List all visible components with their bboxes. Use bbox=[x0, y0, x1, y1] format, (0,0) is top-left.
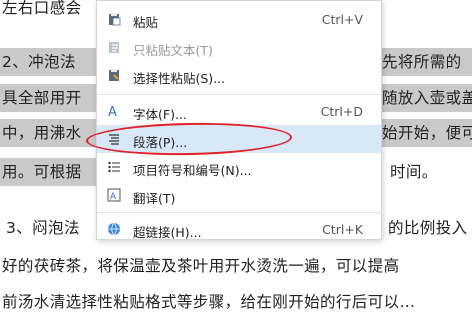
paste-icon bbox=[107, 12, 121, 26]
menu-item-label: 选择性粘贴(S)... bbox=[133, 71, 226, 86]
menu-item-paste[interactable]: 粘贴 Ctrl+V bbox=[97, 5, 381, 33]
font-icon: A bbox=[107, 104, 121, 120]
menu-item-label: 只粘贴文本(T) bbox=[133, 43, 213, 58]
menu-item-label: 翻译(T) bbox=[133, 191, 176, 206]
menu-item-label: 超链接(H)... bbox=[133, 225, 202, 240]
doc-line: 时间。 bbox=[390, 163, 438, 181]
hyperlink-icon bbox=[107, 222, 121, 236]
menu-item-translate[interactable]: A 翻译(T) bbox=[97, 181, 381, 209]
menu-item-label: 字体(F)... bbox=[133, 107, 187, 122]
svg-text:A: A bbox=[110, 192, 117, 202]
menu-item-shortcut: Ctrl+V bbox=[321, 12, 363, 27]
menu-item-label: 粘贴 bbox=[133, 15, 159, 30]
doc-line: 前汤水清选择性粘贴格式等步骤，给在刚开始的行后可以… bbox=[2, 293, 416, 311]
paste-text-only-icon bbox=[107, 40, 121, 54]
svg-text:A: A bbox=[108, 105, 117, 118]
bullets-numbering-icon bbox=[107, 160, 121, 174]
menu-item-paste-special[interactable]: 选择性粘贴(S)... bbox=[97, 61, 381, 89]
menu-separator bbox=[97, 212, 381, 213]
menu-item-bullets-numbering[interactable]: 项目符号和编号(N)... bbox=[97, 153, 381, 181]
menu-item-paste-text-only[interactable]: 只粘贴文本(T) bbox=[97, 33, 381, 61]
doc-line: 好的茯砖茶，将保温壶及茶叶用开水烫洗一遍，可以提高 bbox=[2, 257, 400, 275]
translate-icon: A bbox=[107, 188, 121, 202]
menu-item-shortcut: Ctrl+K bbox=[322, 222, 363, 237]
doc-line: 左右口感会 bbox=[2, 0, 82, 17]
context-menu: 粘贴 Ctrl+V 只粘贴文本(T) 选择性粘贴(S)... A 字体(F)..… bbox=[96, 0, 382, 240]
menu-item-font[interactable]: A 字体(F)... Ctrl+D bbox=[97, 97, 381, 125]
paste-special-icon bbox=[107, 68, 121, 82]
menu-separator bbox=[97, 94, 381, 95]
menu-item-shortcut: Ctrl+D bbox=[320, 104, 363, 119]
menu-item-label: 项目符号和编号(N)... bbox=[133, 163, 252, 178]
menu-item-hyperlink[interactable]: 超链接(H)... Ctrl+K bbox=[97, 215, 381, 243]
